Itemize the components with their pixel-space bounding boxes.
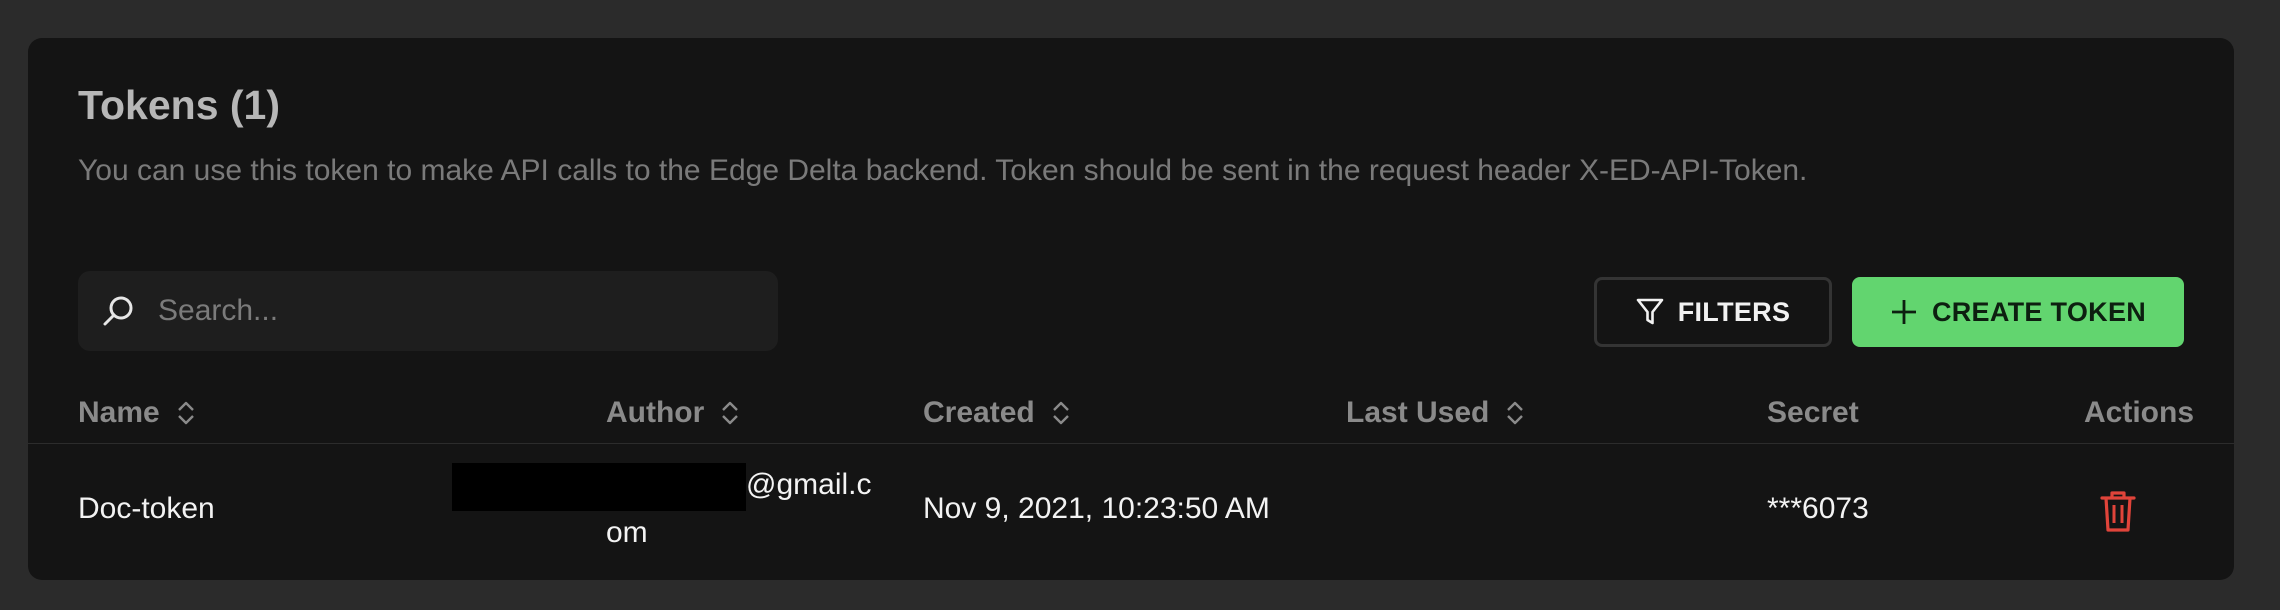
column-header-label: Secret [1767, 396, 1859, 429]
filter-icon [1636, 297, 1664, 327]
author-email-part: om [606, 516, 648, 549]
page-description: You can use this token to make API calls… [78, 154, 1808, 187]
column-header-actions: Actions [2084, 396, 2194, 430]
column-header-label: Author [606, 396, 705, 429]
page-title: Tokens (1) [78, 82, 280, 128]
sort-icon [176, 400, 196, 426]
search-box[interactable] [78, 271, 778, 351]
search-input[interactable] [156, 293, 740, 329]
column-header-last-used[interactable]: Last Used [1346, 396, 1525, 430]
column-header-author[interactable]: Author [606, 396, 740, 430]
sort-icon [1505, 400, 1525, 426]
search-icon [98, 291, 138, 331]
author-email-part: @gmail.c [746, 468, 872, 501]
column-header-secret: Secret [1767, 396, 1859, 430]
redacted-author [452, 463, 746, 511]
filters-label: FILTERS [1677, 296, 1791, 327]
create-token-label: CREATE TOKEN [1931, 296, 2147, 327]
column-header-label: Name [78, 396, 160, 429]
plus-icon [1890, 298, 1918, 326]
trash-icon [2100, 491, 2136, 532]
filters-button[interactable]: FILTERS [1594, 277, 1832, 347]
delete-token-button[interactable] [2096, 488, 2140, 534]
sort-icon [720, 400, 740, 426]
column-header-created[interactable]: Created [923, 396, 1071, 430]
table-divider [28, 443, 2234, 444]
column-header-name[interactable]: Name [78, 396, 196, 430]
token-name: Doc-token [78, 492, 215, 525]
create-token-button[interactable]: CREATE TOKEN [1852, 277, 2184, 347]
column-header-label: Actions [2084, 396, 2195, 429]
token-secret: ***6073 [1767, 492, 1869, 525]
sort-icon [1051, 400, 1071, 426]
column-header-label: Created [923, 396, 1035, 429]
created-date: Nov 9, 2021, 10:23:50 AM [923, 492, 1270, 525]
tokens-card: Tokens (1) You can use this token to mak… [28, 38, 2234, 580]
column-header-label: Last Used [1346, 396, 1490, 429]
